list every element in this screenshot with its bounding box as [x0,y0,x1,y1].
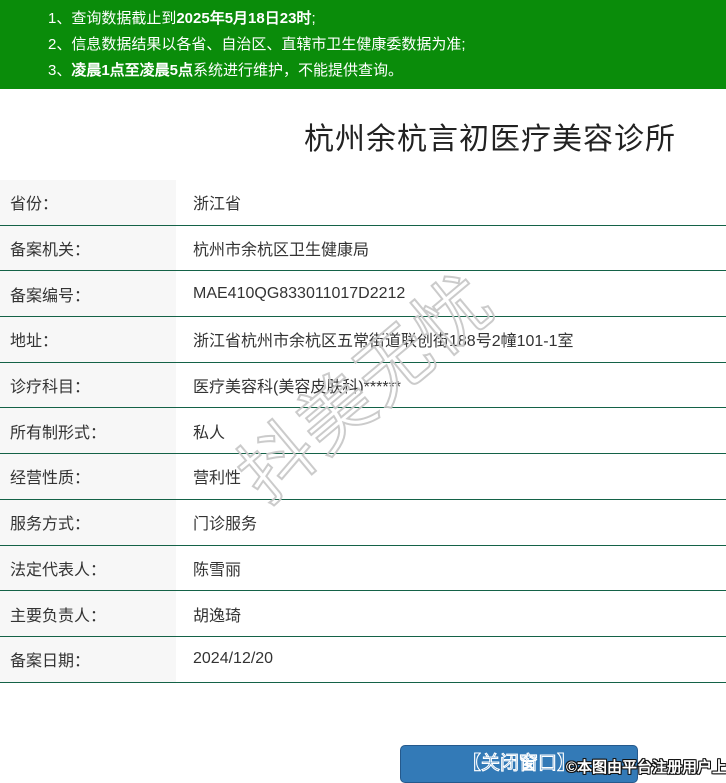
notice-text: 1、查询数据截止到 [48,10,177,27]
table-row: 法定代表人： 陈雪丽 [0,545,726,592]
notice-text: 2、信息数据结果以各省、自治区、直辖市卫生健康委数据为准; [48,36,466,53]
notice-text: 3、 [48,62,72,79]
field-value: 浙江省杭州市余杭区五常街道联创街188号2幢101-1室 [193,333,574,351]
field-value: 杭州市余杭区卫生健康局 [193,242,370,260]
field-label: 备案机关： [0,225,176,271]
table-row: 所有制形式： 私人 [0,408,726,455]
table-row: 备案日期： 2024/12/20 [0,636,726,683]
table-row: 经营性质： 营利性 [0,454,726,500]
title-container: 杭州余杭言初医疗美容诊所 [0,114,726,158]
upload-copyright-note: ©本图由平台注册用户上传 [566,759,726,776]
notice-banner: 1、查询数据截止到2025年5月18日23时; 2、信息数据结果以各省、自治区、… [0,0,726,89]
field-value: 浙江省 [193,196,242,214]
field-value: 医疗美容科(美容皮肤科)****** [193,379,402,397]
field-label: 服务方式： [0,499,176,545]
field-value: 2024/12/20 [193,650,274,668]
field-label: 地址： [0,317,176,362]
field-label: 法定代表人： [0,545,176,591]
table-row: 地址： 浙江省杭州市余杭区五常街道联创街188号2幢101-1室 [0,317,726,363]
notice-text: 系统进行维护，不能提供查询。 [193,62,404,79]
field-label: 备案日期： [0,636,176,682]
field-value: 私人 [193,424,226,442]
field-label: 备案编号： [0,271,176,317]
notice-line-2: 2、信息数据结果以各省、自治区、直辖市卫生健康委数据为准; [48,32,726,58]
field-value: MAE410QG833011017D2212 [193,284,406,302]
field-label: 主要负责人： [0,591,176,636]
field-label: 诊疗科目： [0,362,176,408]
table-row: 备案机关： 杭州市余杭区卫生健康局 [0,225,726,272]
table-row: 主要负责人： 胡逸琦 [0,591,726,637]
notice-text-bold: 凌晨1点至凌晨5点 [71,62,194,79]
notice-line-3: 3、凌晨1点至凌晨5点系统进行维护，不能提供查询。 [48,58,726,84]
notice-text: ; [311,10,316,27]
notice-line-1: 1、查询数据截止到2025年5月18日23时; [48,6,726,32]
field-value: 胡逸琦 [193,607,242,625]
table-row: 服务方式： 门诊服务 [0,499,726,546]
info-table: 省份： 浙江省 备案机关： 杭州市余杭区卫生健康局 备案编号： MAE410QG… [0,180,726,683]
field-value: 营利性 [193,470,242,488]
table-row: 省份： 浙江省 [0,180,726,226]
field-label: 省份： [0,180,176,225]
field-value: 门诊服务 [193,516,258,534]
table-row: 备案编号： MAE410QG833011017D2212 [0,271,726,318]
clinic-title: 杭州余杭言初医疗美容诊所 [304,123,676,156]
field-label: 经营性质： [0,454,176,499]
notice-text-bold: 2025年5月18日23时 [176,10,312,27]
field-label: 所有制形式： [0,408,176,454]
table-row: 诊疗科目： 医疗美容科(美容皮肤科)****** [0,362,726,409]
field-value: 陈雪丽 [193,561,242,579]
